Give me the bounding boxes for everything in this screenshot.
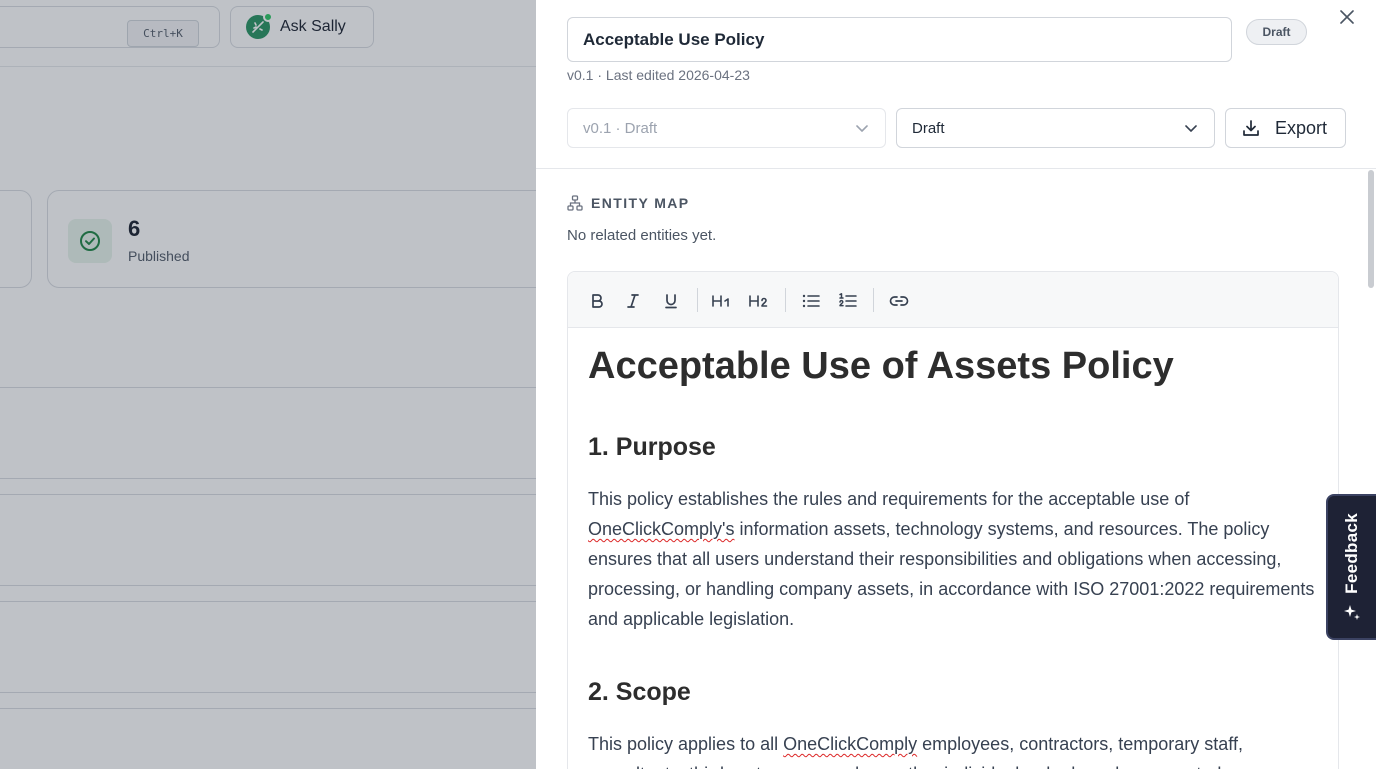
version-meta: v0.1 · Last edited 2026-04-23 bbox=[567, 67, 750, 83]
toolbar-divider bbox=[697, 288, 698, 312]
bold-icon[interactable] bbox=[584, 288, 610, 314]
section-paragraph-purpose: This policy establishes the rules and re… bbox=[588, 484, 1316, 634]
heading-1-icon[interactable] bbox=[709, 288, 735, 314]
entity-map-title: ENTITY MAP bbox=[591, 195, 690, 211]
entity-map-empty-text: No related entities yet. bbox=[567, 227, 717, 244]
export-label: Export bbox=[1275, 117, 1328, 138]
feedback-button[interactable]: Feedback bbox=[1326, 494, 1376, 640]
download-icon bbox=[1243, 120, 1259, 136]
sparkle-icon bbox=[1344, 605, 1360, 621]
status-select[interactable]: Draft bbox=[896, 108, 1215, 148]
policy-drawer: Acceptable Use Policy Draft v0.1 · Last … bbox=[536, 0, 1376, 769]
link-icon[interactable] bbox=[886, 288, 912, 314]
italic-icon[interactable] bbox=[620, 288, 646, 314]
close-icon[interactable] bbox=[1336, 6, 1358, 28]
drawer-header: Acceptable Use Policy Draft v0.1 · Last … bbox=[536, 0, 1376, 169]
entity-map-heading: ENTITY MAP bbox=[567, 195, 690, 211]
chevron-down-icon bbox=[1185, 125, 1197, 132]
paragraph-text: This policy applies to all bbox=[588, 734, 784, 754]
toolbar-divider bbox=[873, 288, 874, 312]
rich-text-editor[interactable]: Acceptable Use of Assets Policy 1. Purpo… bbox=[567, 271, 1339, 769]
spellcheck-word: OneClickComply bbox=[783, 734, 918, 754]
document-content[interactable]: Acceptable Use of Assets Policy 1. Purpo… bbox=[588, 342, 1318, 769]
section-paragraph-scope: This policy applies to all OneClickCompl… bbox=[588, 729, 1316, 769]
bullet-list-icon[interactable] bbox=[798, 288, 824, 314]
paragraph-text: This policy establishes the rules and re… bbox=[588, 489, 1190, 509]
hierarchy-icon bbox=[567, 195, 583, 211]
chevron-down-icon bbox=[856, 125, 868, 132]
underline-icon[interactable] bbox=[658, 288, 684, 314]
policy-title-input[interactable]: Acceptable Use Policy bbox=[567, 17, 1232, 62]
status-badge: Draft bbox=[1246, 19, 1307, 45]
document-title: Acceptable Use of Assets Policy bbox=[588, 345, 1174, 387]
version-select-value: v0.1 · Draft bbox=[583, 119, 658, 137]
version-select[interactable]: v0.1 · Draft bbox=[567, 108, 886, 148]
editor-toolbar bbox=[568, 272, 1338, 328]
section-heading-scope: 2. Scope bbox=[588, 678, 691, 706]
numbered-list-icon[interactable] bbox=[835, 288, 861, 314]
spellcheck-word: OneClickComply's bbox=[588, 519, 735, 539]
section-heading-purpose: 1. Purpose bbox=[588, 433, 716, 461]
heading-2-icon[interactable] bbox=[746, 288, 772, 314]
scrollbar-thumb[interactable] bbox=[1368, 170, 1374, 288]
toolbar-divider bbox=[785, 288, 786, 312]
status-select-value: Draft bbox=[912, 119, 945, 137]
feedback-label: Feedback bbox=[1342, 512, 1361, 594]
export-button[interactable]: Export bbox=[1225, 108, 1346, 148]
